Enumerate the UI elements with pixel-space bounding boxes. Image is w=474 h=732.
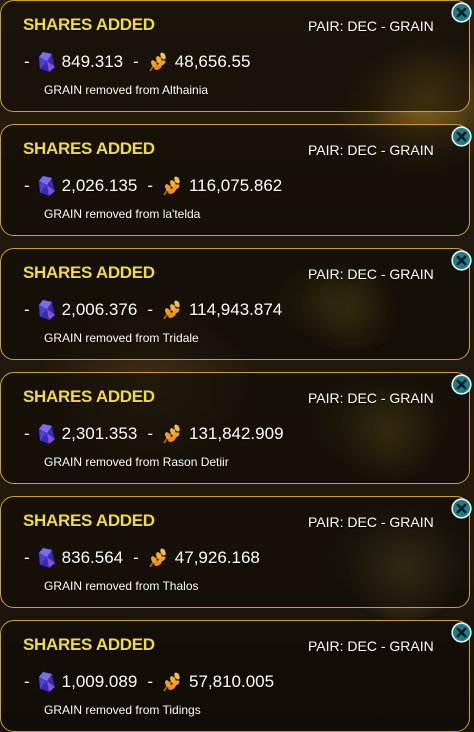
grain-leaf-icon (163, 300, 180, 320)
separator: - (24, 548, 30, 567)
close-icon[interactable] (451, 250, 472, 271)
grain-amount: 114,943.874 (188, 300, 283, 319)
notification-message: GRAIN removed from Thalos (44, 579, 199, 593)
notification-title: SHARES ADDED (23, 15, 155, 34)
amounts-row: - 2,301.353 - 131,842.909 (23, 423, 284, 445)
separator: - (147, 424, 153, 443)
separator: - (133, 548, 139, 567)
amounts-row: - 836.564 - 47,926.168 (23, 547, 260, 569)
notification-toast: SHARES ADDED PAIR: DEC - GRAIN - 1,009.0… (0, 620, 470, 732)
grain-amount: 48,656.55 (174, 52, 251, 71)
dec-gem-icon (38, 51, 56, 73)
amounts-row: - 2,026.135 - 116,075.862 (23, 175, 282, 197)
notification-message: GRAIN removed from la'telda (44, 207, 201, 221)
grain-amount: 116,075.862 (188, 176, 283, 195)
dec-amount: 2,026.135 (61, 176, 138, 195)
notification-message: GRAIN removed from Tridale (44, 331, 199, 345)
dec-gem-icon (38, 547, 56, 569)
notification-title: SHARES ADDED (23, 635, 155, 654)
dec-amount: 1,009.089 (61, 672, 138, 691)
notification-toast: SHARES ADDED PAIR: DEC - GRAIN - 2,006.3… (0, 248, 470, 360)
grain-leaf-icon (163, 176, 180, 196)
close-icon[interactable] (451, 2, 472, 23)
grain-leaf-icon (163, 672, 180, 692)
grain-amount: 47,926.168 (174, 548, 260, 567)
pair-label: PAIR: DEC - GRAIN (308, 638, 434, 654)
grain-amount: 57,810.005 (188, 672, 275, 691)
dec-amount: 2,301.353 (61, 424, 138, 443)
notification-title: SHARES ADDED (23, 511, 155, 530)
dec-gem-icon (38, 423, 56, 445)
notification-message: GRAIN removed from Althainia (44, 83, 209, 97)
separator: - (147, 672, 153, 691)
grain-leaf-icon (149, 548, 166, 568)
dec-gem-icon (38, 671, 56, 693)
separator: - (24, 424, 30, 443)
notification-toast: SHARES ADDED PAIR: DEC - GRAIN - 836.564… (0, 496, 470, 608)
pair-label: PAIR: DEC - GRAIN (308, 390, 434, 406)
separator: - (147, 176, 153, 195)
dec-gem-icon (38, 175, 56, 197)
separator: - (24, 300, 30, 319)
grain-amount: 131,842.909 (188, 424, 284, 443)
separator: - (147, 300, 153, 319)
separator: - (133, 52, 139, 71)
notification-toast: SHARES ADDED PAIR: DEC - GRAIN - 849.313… (0, 0, 470, 112)
pair-label: PAIR: DEC - GRAIN (308, 18, 434, 34)
notification-title: SHARES ADDED (23, 387, 155, 406)
dec-amount: 2,006.376 (61, 300, 138, 319)
pair-label: PAIR: DEC - GRAIN (308, 514, 434, 530)
separator: - (24, 52, 30, 71)
pair-label: PAIR: DEC - GRAIN (308, 142, 434, 158)
notification-title: SHARES ADDED (23, 263, 155, 282)
close-icon[interactable] (451, 498, 472, 519)
separator: - (24, 672, 30, 691)
dec-amount: 849.313 (61, 52, 124, 71)
grain-leaf-icon (149, 52, 166, 72)
notification-toast: SHARES ADDED PAIR: DEC - GRAIN - 2,026.1… (0, 124, 470, 236)
amounts-row: - 1,009.089 - 57,810.005 (23, 671, 274, 693)
notification-message: GRAIN removed from Rason Detiir (44, 455, 229, 469)
grain-leaf-icon (163, 424, 180, 444)
dec-amount: 836.564 (61, 548, 124, 567)
notification-title: SHARES ADDED (23, 139, 155, 158)
amounts-row: - 2,006.376 - 114,943.874 (23, 299, 282, 321)
notification-message: GRAIN removed from Tidings (44, 703, 201, 717)
pair-label: PAIR: DEC - GRAIN (308, 266, 434, 282)
close-icon[interactable] (451, 374, 472, 395)
notification-toast: SHARES ADDED PAIR: DEC - GRAIN - 2,301.3… (0, 372, 470, 484)
close-icon[interactable] (451, 126, 472, 147)
close-icon[interactable] (451, 622, 472, 643)
dec-gem-icon (38, 299, 56, 321)
amounts-row: - 849.313 - 48,656.55 (23, 51, 250, 73)
separator: - (24, 176, 30, 195)
